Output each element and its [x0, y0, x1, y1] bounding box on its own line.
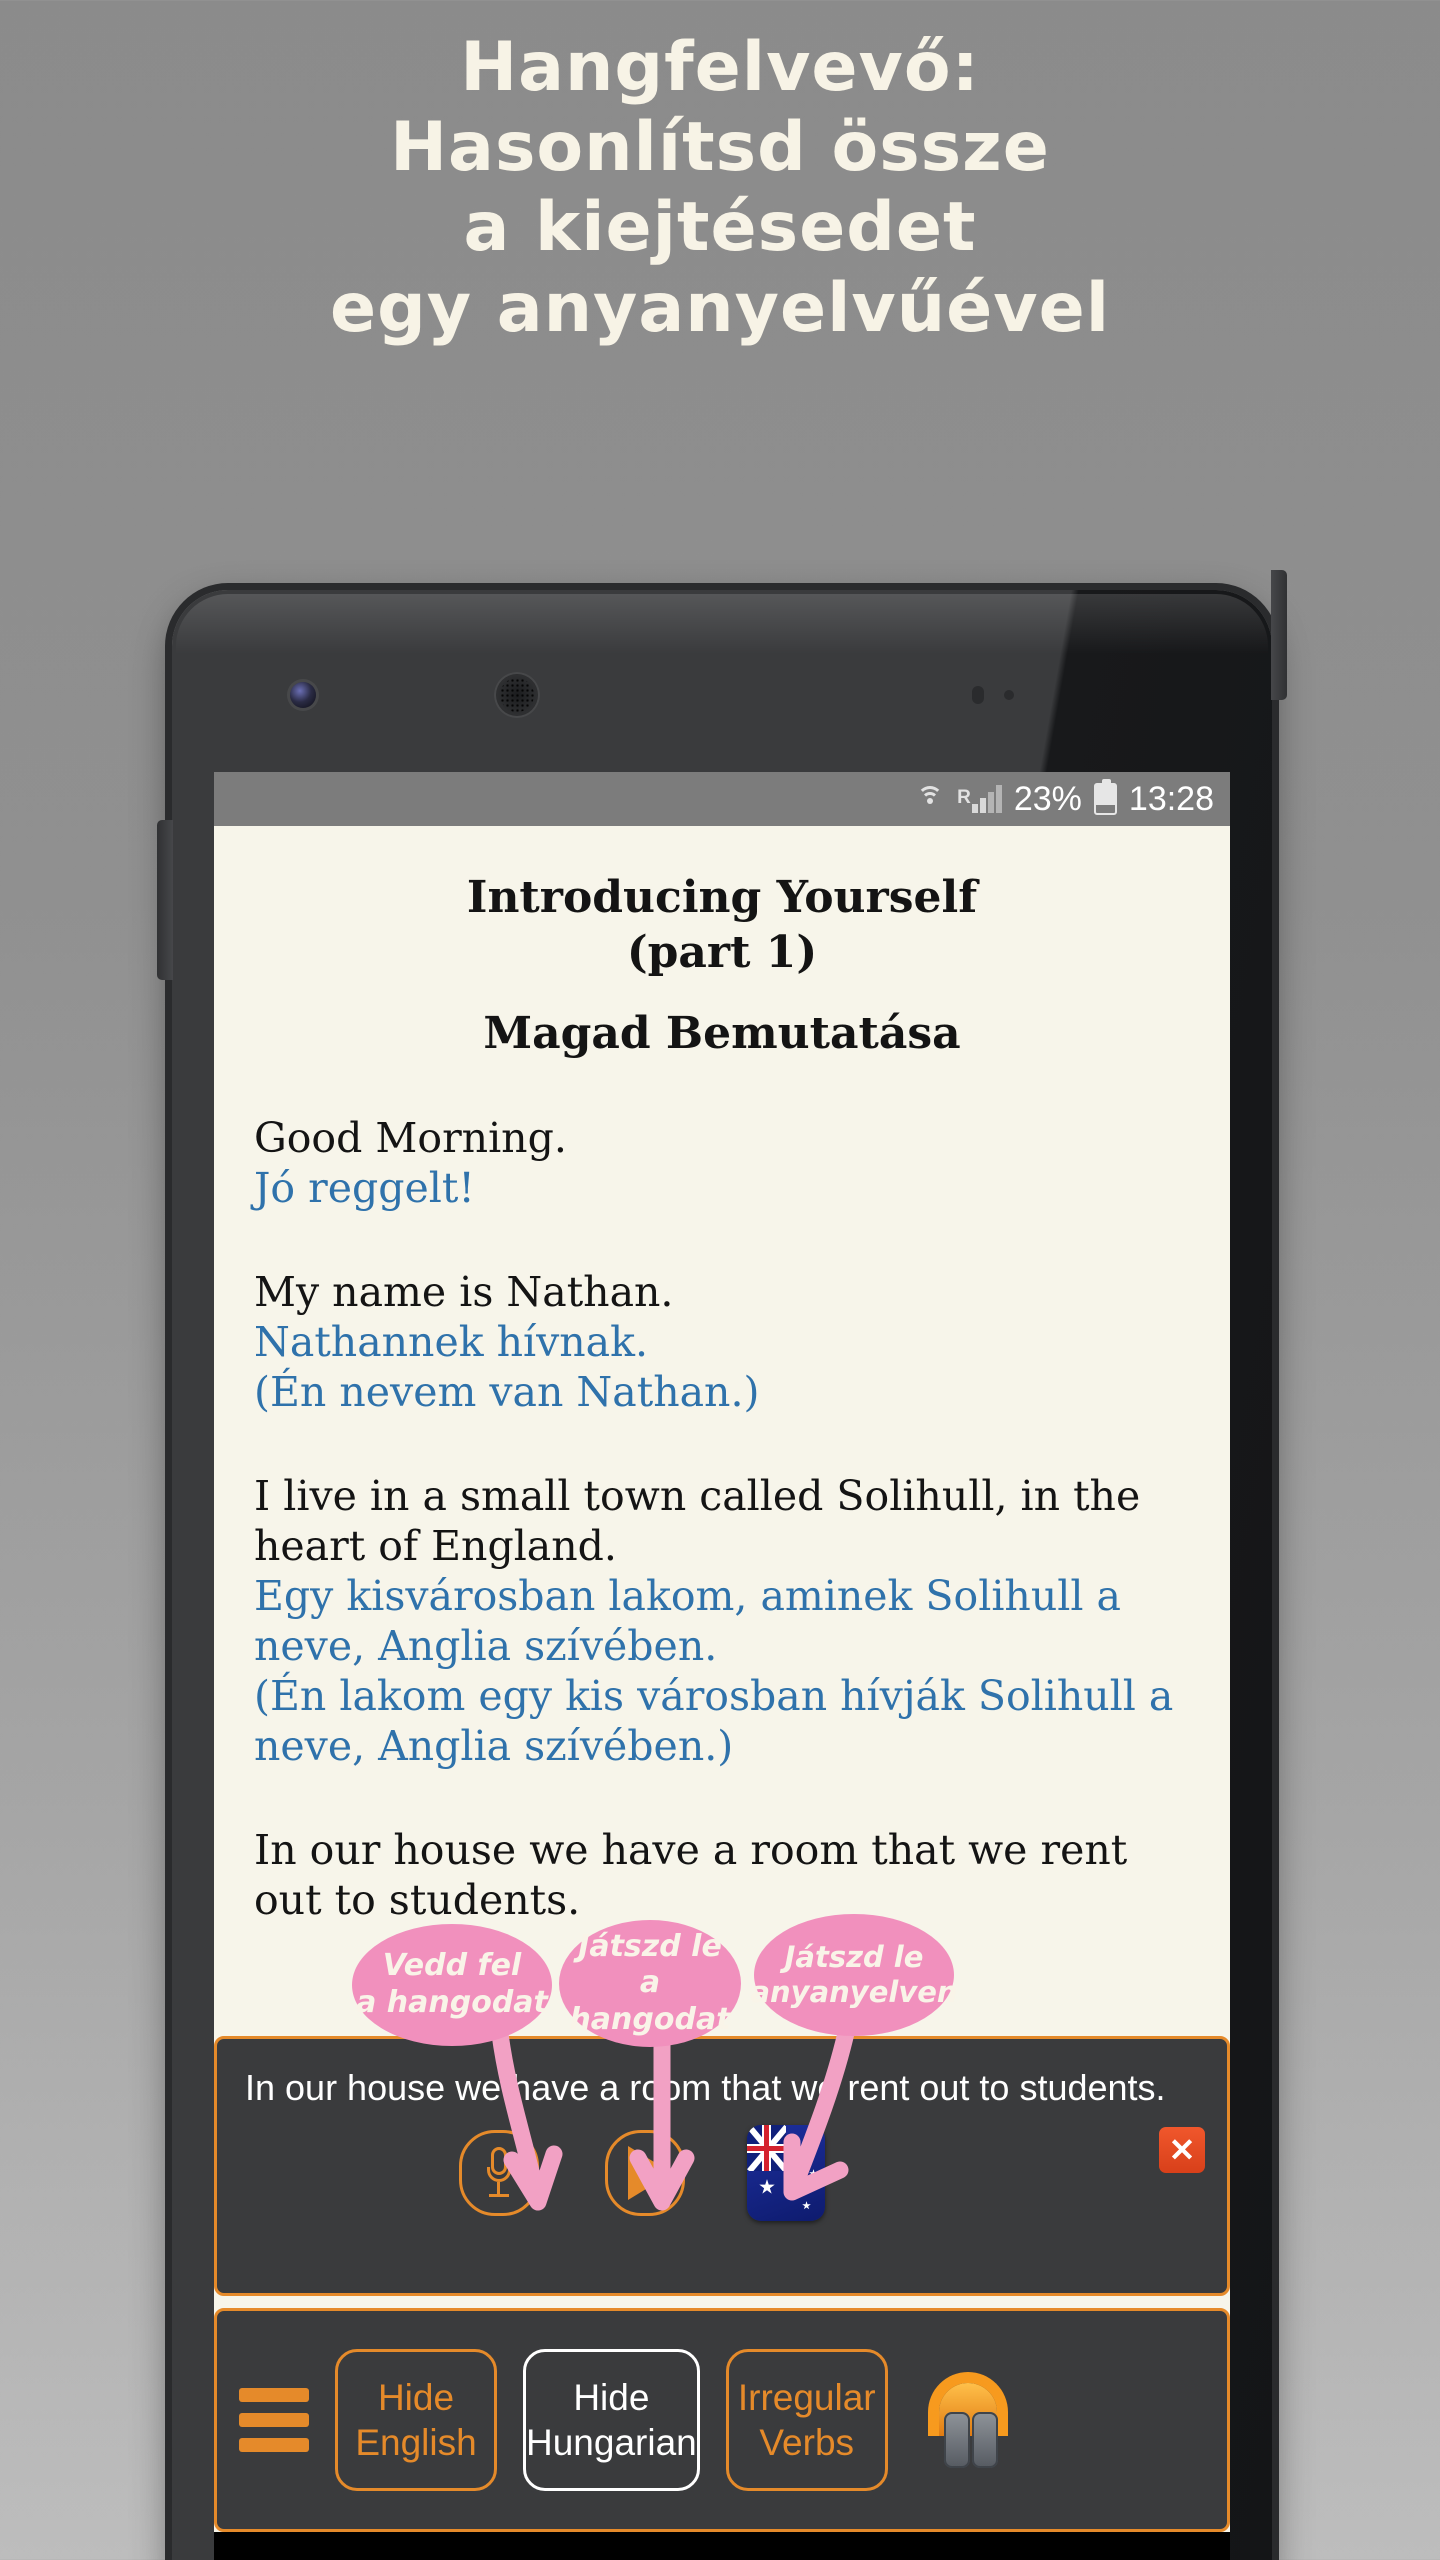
volume-button[interactable] — [157, 820, 173, 980]
power-button[interactable] — [1271, 570, 1287, 700]
page-title-line-1: Introducing Yourself — [466, 872, 978, 923]
bubble-2-line-1: Játszd le — [578, 1928, 722, 1964]
hide-hungarian-button[interactable]: Hide Hungarian — [523, 2349, 700, 2491]
promo-heading-line-4: egy anyanyelvűével — [329, 268, 1111, 348]
phone-bottom-chin — [214, 2532, 1230, 2560]
lesson-paragraph[interactable]: My name is Nathan. Nathannek hívnak. (Én… — [254, 1267, 1190, 1417]
bubble-3-line-1: Játszd le — [784, 1939, 924, 1974]
roaming-label: R — [957, 787, 971, 808]
promo-heading-line-1: Hangfelvevő: — [460, 28, 980, 107]
bubble-1-line-1: Vedd fel — [382, 1948, 522, 1984]
arrow-to-native-audio-button — [762, 2024, 892, 2224]
phone-device: R 23% 13:28 Introducing Yourself (part 1… — [157, 570, 1287, 2560]
arrow-to-record-button — [482, 2034, 592, 2234]
close-audio-panel-button[interactable]: ✕ — [1159, 2127, 1205, 2174]
status-bar: R 23% 13:28 — [214, 772, 1230, 826]
paragraph-hungarian: Jó reggelt! — [254, 1164, 475, 1213]
hide-english-label-line-1: Hide — [377, 2376, 455, 2418]
bubble-1-line-2: a hangodat — [356, 1985, 548, 2020]
phone-screen: R 23% 13:28 Introducing Yourself (part 1… — [214, 772, 1230, 2532]
headphones-icon[interactable] — [922, 2370, 1014, 2470]
hide-english-button[interactable]: Hide English — [335, 2349, 497, 2491]
promo-heading-line-2: Hasonlítsd össze — [390, 108, 1050, 188]
hide-hungarian-label-line-2: Hungarian — [526, 2422, 697, 2463]
wifi-icon — [915, 785, 945, 813]
front-camera-icon — [290, 682, 316, 708]
bubble-3-line-2: anyanyelven — [750, 1975, 958, 2009]
page-subtitle: Magad Bemutatása — [483, 1008, 961, 1059]
bubble-2-line-2: a hangodat — [569, 1965, 731, 2037]
page-title: Introducing Yourself (part 1) — [254, 870, 1190, 980]
hamburger-menu-icon[interactable] — [239, 2388, 309, 2452]
annotation-bubble-record: Vedd fel a hangodat — [352, 1924, 552, 2046]
battery-icon — [1093, 779, 1117, 815]
paragraph-english: In our house we have a room that we rent… — [254, 1826, 1128, 1925]
arrow-to-play-button — [614, 2030, 724, 2230]
promo-heading: Hangfelvevő: Hasonlítsd össze a kiejtése… — [0, 28, 1440, 349]
lesson-paragraph[interactable]: In our house we have a room that we rent… — [254, 1825, 1190, 1925]
lesson-paragraph[interactable]: Good Morning. Jó reggelt! — [254, 1113, 1190, 1213]
hide-hungarian-label-line-1: Hide — [573, 2376, 650, 2418]
irregular-verbs-button[interactable]: Irregular Verbs — [725, 2349, 888, 2491]
proximity-sensor-icon — [972, 686, 984, 704]
promo-heading-line-3: a kiejtésedet — [463, 188, 977, 268]
phone-bezel-highlight — [176, 594, 1268, 654]
bottom-toolbar: Hide English Hide Hungarian Irregular Ve… — [214, 2308, 1230, 2532]
clock-label: 13:28 — [1128, 779, 1214, 818]
light-sensor-icon — [1004, 690, 1014, 700]
paragraph-hungarian-literal: (Én nevem van Nathan.) — [254, 1368, 760, 1417]
paragraph-hungarian: Nathannek hívnak. — [254, 1318, 649, 1367]
irregular-verbs-label-line-1: Irregular — [737, 2376, 876, 2418]
signal-bars-icon: R — [957, 785, 1002, 813]
lesson-document: Introducing Yourself (part 1) Magad Bemu… — [214, 826, 1230, 1925]
paragraph-hungarian-literal: (Én lakom egy kis városban hívják Solihu… — [254, 1672, 1174, 1771]
paragraph-english: I live in a small town called Solihull, … — [254, 1472, 1141, 1571]
annotation-bubble-play: Játszd le a hangodat — [559, 1920, 741, 2047]
paragraph-hungarian: Egy kisvárosban lakom, aminek Solihull a… — [254, 1572, 1121, 1671]
battery-percent-label: 23% — [1013, 779, 1082, 818]
paragraph-english: My name is Nathan. — [254, 1268, 674, 1317]
paragraph-english: Good Morning. — [254, 1114, 567, 1162]
lesson-paragraph[interactable]: I live in a small town called Solihull, … — [254, 1471, 1190, 1771]
page-title-line-2: (part 1) — [626, 927, 818, 978]
irregular-verbs-label-line-2: Verbs — [759, 2422, 855, 2463]
hide-english-label-line-2: English — [355, 2422, 477, 2463]
earpiece-speaker-icon — [494, 672, 540, 718]
annotation-bubble-native: Játszd le anyanyelven — [750, 1914, 958, 2036]
